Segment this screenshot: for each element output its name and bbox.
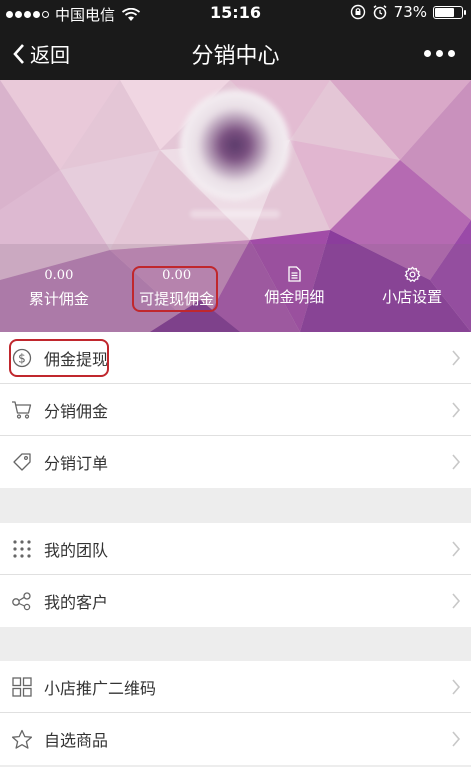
menu-item-my-team[interactable]: 我的团队 <box>0 523 471 575</box>
nickname-blurred <box>190 210 280 218</box>
menu-item-withdraw[interactable]: $ 佣金提现 <box>0 332 471 384</box>
profile-header: 0.00 累计佣金 0.00 可提现佣金 佣金明细 小店设置 <box>0 80 471 332</box>
dots-grid-icon <box>13 539 31 558</box>
gear-icon <box>404 266 420 282</box>
menu-group-team: 我的团队 我的客户 <box>0 523 471 627</box>
battery-icon <box>433 5 466 19</box>
share-nodes-icon <box>12 592 31 611</box>
chevron-right-icon <box>452 349 461 366</box>
chevron-right-icon <box>452 540 461 557</box>
menu-item-selected-products[interactable]: 自选商品 <box>0 713 471 765</box>
total-commission-value: 0.00 <box>44 268 74 283</box>
menu-item-shop-qrcode[interactable]: 小店推广二维码 <box>0 661 471 713</box>
alarm-icon <box>373 5 387 20</box>
shop-settings-stat[interactable]: 小店设置 <box>353 244 471 332</box>
withdraw-highlight-box <box>9 339 109 377</box>
commission-details-label: 佣金明细 <box>264 288 325 306</box>
menu-group-shop: 小店推广二维码 自选商品 <box>0 661 471 765</box>
commission-details-stat[interactable]: 佣金明细 <box>236 244 354 332</box>
rotation-lock-icon <box>350 4 365 20</box>
qr-grid-icon <box>12 676 32 697</box>
menu-item-label: 分销佣金 <box>44 401 109 421</box>
cart-icon <box>12 400 32 419</box>
chevron-right-icon <box>452 454 461 470</box>
avatar[interactable] <box>180 90 290 200</box>
menu-item-my-customers[interactable]: 我的客户 <box>0 575 471 627</box>
star-icon <box>11 729 33 749</box>
back-button[interactable]: 返回 <box>12 39 70 68</box>
menu-item-label: 小店推广二维码 <box>44 678 157 698</box>
chevron-right-icon <box>452 731 461 747</box>
document-icon <box>288 266 301 282</box>
status-bar: 中国电信 15:16 73% <box>0 0 471 26</box>
menu-item-distribution-commission[interactable]: 分销佣金 <box>0 384 471 436</box>
back-label: 返回 <box>30 43 70 67</box>
shop-settings-label: 小店设置 <box>382 288 443 306</box>
total-commission-label: 累计佣金 <box>28 290 89 308</box>
menu-item-distribution-orders[interactable]: 分销订单 <box>0 436 471 488</box>
total-commission-stat[interactable]: 0.00 累计佣金 <box>0 244 118 332</box>
withdrawable-highlight-box <box>131 266 218 312</box>
menu-item-label: 分销订单 <box>44 454 109 473</box>
menu-group-commission: $ 佣金提现 分销佣金 分销订单 <box>0 332 471 488</box>
chevron-right-icon <box>452 678 461 695</box>
withdrawable-commission-stat[interactable]: 0.00 可提现佣金 <box>118 244 236 332</box>
more-options-button[interactable] <box>424 40 455 66</box>
tag-icon <box>13 453 31 471</box>
battery-percent: 73% <box>393 3 427 21</box>
stats-bar: 0.00 累计佣金 0.00 可提现佣金 佣金明细 小店设置 <box>0 244 471 332</box>
menu-item-label: 我的客户 <box>44 593 109 612</box>
nav-bar: 返回 分销中心 <box>0 26 471 80</box>
menu-item-label: 自选商品 <box>44 731 109 750</box>
menu-item-label: 我的团队 <box>44 540 109 560</box>
page-title: 分销中心 <box>191 44 280 69</box>
chevron-right-icon <box>452 593 461 609</box>
chevron-left-icon <box>13 43 24 64</box>
chevron-right-icon <box>452 401 461 418</box>
